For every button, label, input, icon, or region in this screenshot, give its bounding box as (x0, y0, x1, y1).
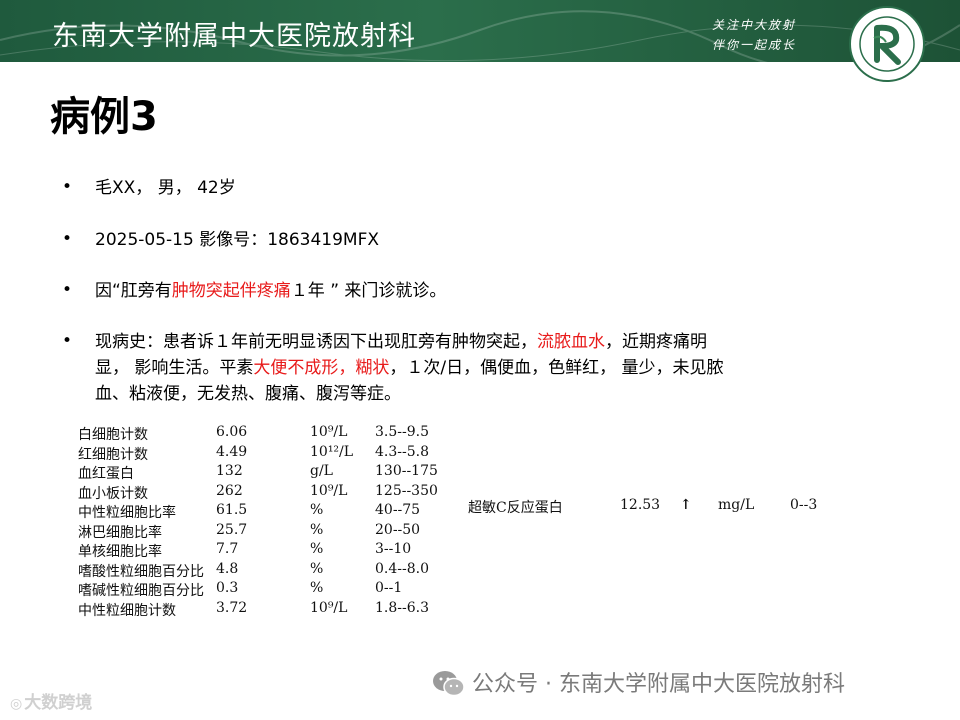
watermark-icon: ◎ (10, 696, 23, 712)
lab-name: 白细胞计数 (78, 427, 148, 443)
present-history: 现病史：患者诉１年前无明显诱因下出现肛旁有肿物突起，流脓血水，近期疼痛明 显， … (95, 329, 895, 407)
lab-range: 1.8--6.3 (375, 599, 429, 616)
lab-range: 4.3--5.8 (375, 443, 429, 460)
crp-unit: mg/L (718, 497, 755, 513)
lab-unit: % (310, 541, 324, 557)
history-text: ，１次/日，偶便血，色鲜红， 量少，未见脓 (389, 358, 724, 378)
lab-name: 血红蛋白 (78, 466, 134, 482)
lab-range: 130--175 (375, 463, 438, 479)
watermark-text: 大数跨境 (24, 693, 93, 713)
bullet-dot: • (62, 280, 73, 300)
hospital-title: 东南大学附属中大医院放射科 (52, 21, 416, 52)
lab-name: 淋巴细胞比率 (78, 524, 162, 541)
chief-text: 因“肛旁有 (95, 281, 172, 301)
history-line: 显， 影响生活。平素大便不成形，糊状，１次/日，偶便血，色鲜红， 量少，未见脓 (95, 355, 895, 381)
chief-highlight: 肿物突起伴疼痛 (171, 281, 291, 301)
lab-unit: % (310, 521, 324, 538)
history-highlight: 流脓血水 (537, 332, 605, 352)
chief-complaint: 因“肛旁有肿物突起伴疼痛１年 ” 来门诊就诊。 (95, 278, 446, 304)
lab-value: 6.06 (216, 424, 248, 440)
lab-value: 3.72 (216, 599, 248, 616)
lab-range: 40--75 (375, 502, 421, 518)
history-text: 现病史：患者诉１年前无明显诱因下出现肛旁有肿物突起， (95, 332, 537, 352)
history-text: ，近期疼痛明 (605, 332, 707, 352)
crp-name: 超敏C反应蛋白 (468, 500, 563, 516)
lab-value: 4.49 (216, 443, 248, 460)
lab-value: 0.3 (216, 580, 239, 596)
hospital-logo (849, 6, 925, 82)
patient-info: 毛XX， 男， 42岁 (95, 178, 236, 198)
lab-range: 0--1 (375, 580, 403, 596)
lab-name: 中性粒细胞比率 (78, 505, 176, 521)
lab-value: 25.7 (216, 521, 248, 538)
slogan-line2: 伴你一起成长 (712, 38, 797, 52)
watermark: ◎ 大数跨境 (10, 688, 92, 713)
header-banner: 东南大学附属中大医院放射科 关注中大放射 伴你一起成长 (0, 0, 960, 62)
lab-value: 61.5 (216, 502, 248, 518)
lab-unit: % (310, 560, 324, 577)
lab-value: 132 (216, 463, 243, 479)
lab-unit: % (310, 502, 324, 518)
footer-account: 公众号 · 东南大学附属中大医院放射科 (472, 672, 845, 697)
case-heading: 病例3 (50, 94, 158, 140)
lab-unit: 10⁹/L (310, 424, 348, 440)
lab-name: 单核细胞比率 (78, 544, 162, 560)
lab-unit: 10¹²/L (310, 443, 354, 460)
lab-name: 嗜碱性粒细胞百分比 (78, 583, 204, 599)
slogan-line1: 关注中大放射 (712, 18, 797, 32)
wechat-icon (433, 671, 465, 697)
lab-unit: 10⁹/L (310, 599, 348, 616)
lab-range: 3--10 (375, 541, 412, 557)
lab-value: 7.7 (216, 541, 239, 557)
bullet-dot: • (62, 229, 73, 249)
lab-range: 3.5--9.5 (375, 424, 429, 440)
crp-range: 0--3 (790, 497, 818, 513)
lab-name: 中性粒细胞计数 (78, 602, 176, 619)
lab-unit: g/L (310, 463, 333, 479)
lab-unit: 10⁹/L (310, 482, 348, 499)
lab-unit: % (310, 580, 324, 596)
history-line: 血、粘液便，无发热、腹痛、腹泻等症。 (95, 384, 401, 404)
lab-range: 20--50 (375, 521, 421, 538)
chief-text: １年 ” 来门诊就诊。 (290, 281, 447, 301)
lab-value: 262 (216, 482, 243, 499)
history-text: 显， 影响生活。平素 (95, 358, 254, 378)
history-line: 现病史：患者诉１年前无明显诱因下出现肛旁有肿物突起，流脓血水，近期疼痛明 (95, 329, 895, 355)
lab-name: 红细胞计数 (78, 446, 148, 463)
lab-range: 125--350 (375, 482, 438, 499)
bullet-dot: • (62, 177, 73, 197)
date-image-number: 2025-05-15 影像号：1863419MFX (95, 230, 380, 250)
lab-name: 嗜酸性粒细胞百分比 (78, 563, 204, 580)
lab-value: 4.8 (216, 560, 239, 577)
lab-range: 0.4--8.0 (375, 560, 429, 577)
bullet-dot: • (62, 331, 73, 351)
lab-name: 血小板计数 (78, 485, 148, 502)
history-highlight: 大便不成形，糊状 (253, 358, 390, 378)
crp-value: 12.53 (620, 497, 661, 513)
up-arrow-icon: ↑ (680, 497, 692, 513)
